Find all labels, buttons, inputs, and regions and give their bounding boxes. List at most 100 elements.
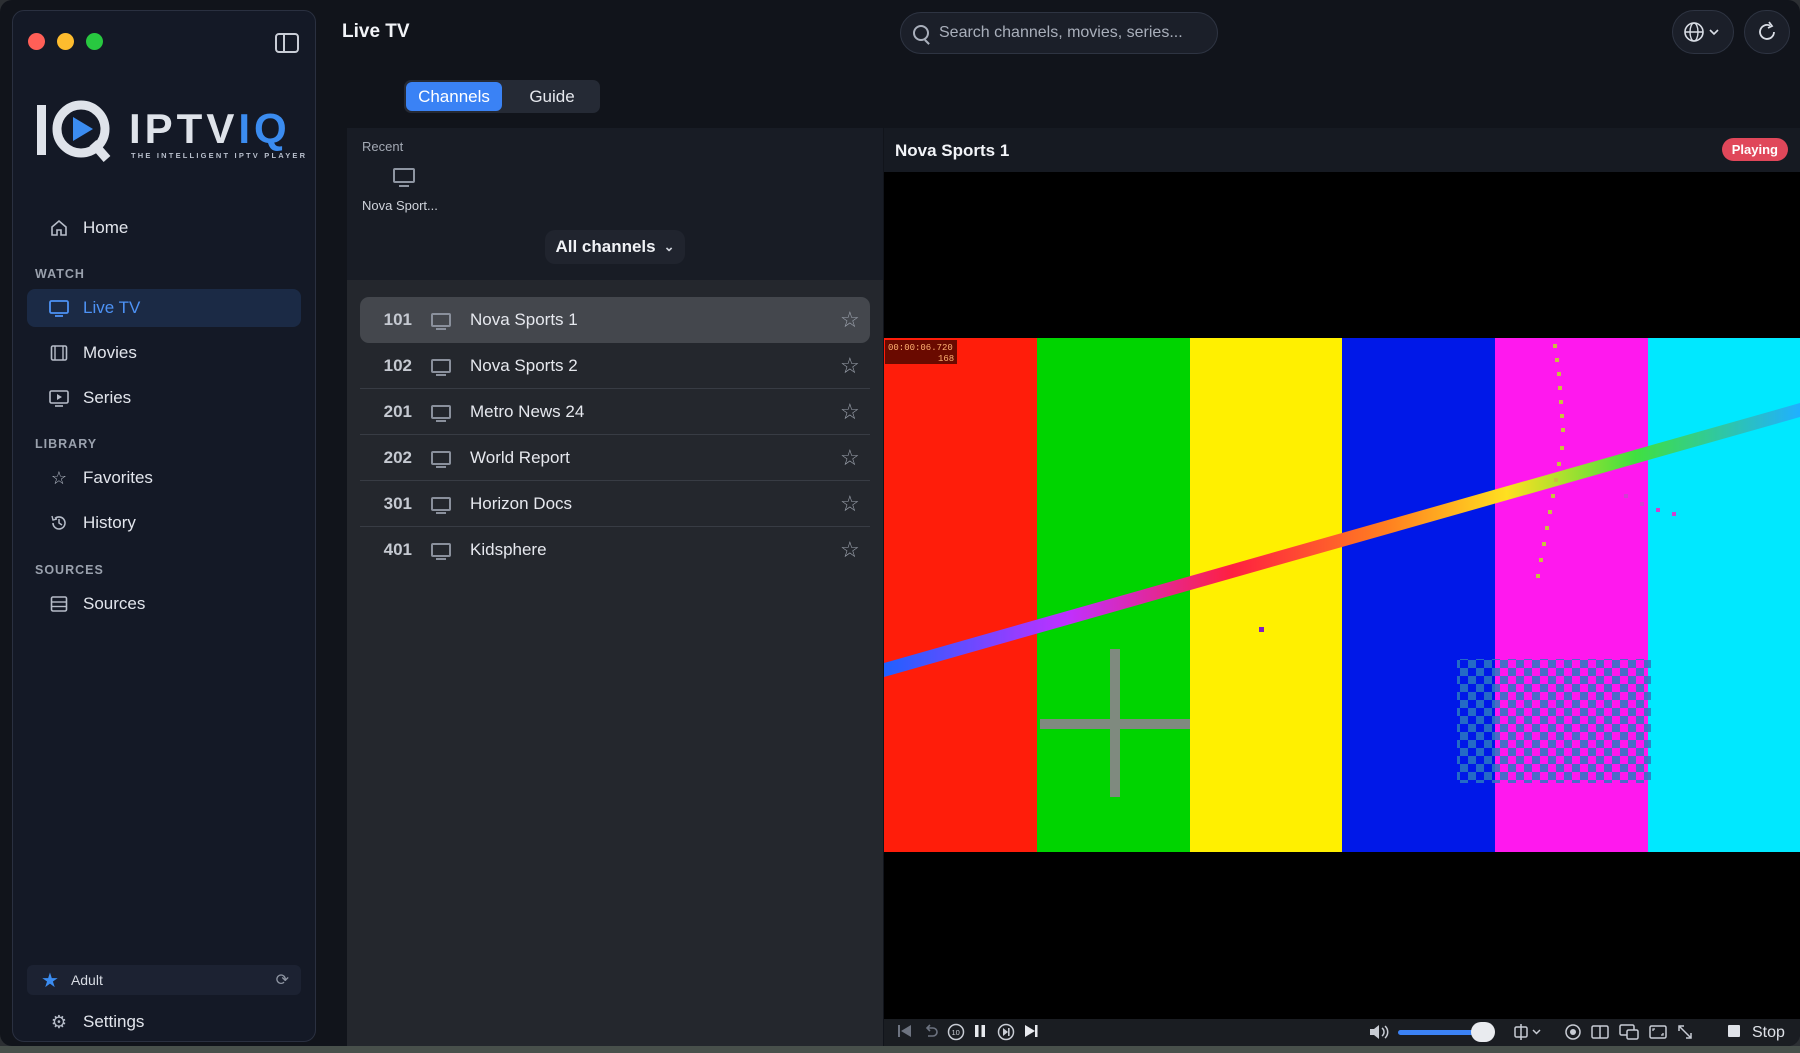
sidebar-item-label: Home: [83, 218, 129, 237]
section-label-library: LIBRARY: [35, 437, 98, 451]
rewind-10-icon[interactable]: 10: [946, 1023, 966, 1041]
channel-name: Horizon Docs: [470, 493, 573, 513]
cast-menu-icon[interactable]: [1512, 1023, 1544, 1041]
sidebar-item-movies[interactable]: Movies: [27, 334, 301, 372]
channel-number: 101: [383, 310, 412, 329]
filter-label: All channels: [555, 237, 656, 256]
stop-icon[interactable]: [1726, 1023, 1742, 1039]
sidebar-item-history[interactable]: History: [27, 504, 301, 542]
sidebar-item-sources[interactable]: Sources: [27, 585, 301, 623]
zoom-window-button[interactable]: [86, 33, 103, 50]
page-title: Live TV: [342, 21, 410, 42]
sidebar-item-label: Movies: [83, 343, 137, 362]
sidebar-item-label: Favorites: [83, 468, 153, 487]
channel-name: Nova Sports 2: [470, 355, 578, 375]
sidebar-item-series[interactable]: Series: [27, 379, 301, 417]
test-pattern-frame: 00:00:06.720 168: [884, 338, 1800, 852]
sidebar-toggle-icon[interactable]: [275, 33, 299, 53]
previous-track-icon[interactable]: [896, 1023, 914, 1039]
channel-name: Kidsphere: [470, 540, 547, 559]
close-window-button[interactable]: [28, 33, 45, 50]
aspect-ratio-icon[interactable]: [1648, 1023, 1668, 1041]
player-controls: 10 Stop: [884, 1019, 1800, 1046]
channel-panel: Recent Nova Sport... All channels ⌄ 101 …: [347, 128, 883, 1046]
chevron-down-icon: ⌄: [663, 239, 675, 254]
recent-channel-tile[interactable]: Nova Sport...: [362, 168, 446, 224]
desktop-background: [0, 1046, 1800, 1053]
next-track-icon[interactable]: [1022, 1023, 1040, 1039]
channel-number: 201: [383, 401, 412, 421]
profile-name: Adult: [70, 972, 103, 988]
skip-forward-icon[interactable]: [996, 1023, 1016, 1041]
search-placeholder: Search channels, movies, series...: [939, 24, 1183, 41]
channel-row[interactable]: 102 Nova Sports 2 ☆: [360, 343, 870, 389]
recent-label: Recent: [362, 139, 404, 154]
gear-icon: ⚙: [50, 1011, 68, 1032]
record-icon[interactable]: [1564, 1023, 1582, 1041]
stop-button[interactable]: Stop: [1752, 1024, 1785, 1042]
view-segmented-control: Channels Guide: [404, 80, 600, 113]
sidebar-item-label: Sources: [83, 594, 146, 613]
channel-filter-dropdown[interactable]: All channels ⌄: [545, 230, 685, 264]
refresh-button[interactable]: [1744, 10, 1790, 54]
star-icon[interactable]: ☆: [840, 445, 870, 471]
search-icon: [913, 25, 929, 41]
video-player[interactable]: 00:00:06.720 168: [884, 172, 1800, 1019]
picture-in-picture-icon[interactable]: [1618, 1023, 1640, 1041]
channel-name: Metro News 24: [470, 401, 585, 421]
server-icon: [49, 594, 69, 614]
profile-selector[interactable]: ★ Adult ⟳: [27, 965, 301, 995]
pause-icon[interactable]: [972, 1023, 988, 1039]
sidebar-item-settings[interactable]: ⚙ Settings: [27, 1003, 301, 1041]
globe-icon: [1684, 22, 1719, 42]
tab-channels[interactable]: Channels: [406, 82, 502, 111]
section-label-watch: WATCH: [35, 267, 85, 281]
svg-text:10: 10: [952, 1028, 960, 1037]
language-menu-button[interactable]: [1672, 10, 1734, 54]
channel-row[interactable]: 301 Horizon Docs ☆: [360, 481, 870, 527]
sync-icon[interactable]: ⟳: [276, 970, 289, 990]
star-filled-icon: ★: [41, 969, 59, 992]
channel-row[interactable]: 401 Kidsphere ☆: [360, 527, 870, 573]
channel-row[interactable]: 201 Metro News 24 ☆: [360, 389, 870, 435]
star-icon[interactable]: ☆: [840, 491, 870, 517]
tv-icon: [431, 543, 451, 560]
channel-number: 301: [383, 493, 412, 513]
volume-slider-track[interactable]: [1398, 1030, 1475, 1035]
channel-row[interactable]: 101 Nova Sports 1 ☆: [360, 297, 870, 343]
tv-icon: [431, 496, 451, 514]
logo-mark-icon: [37, 100, 111, 162]
tab-guide[interactable]: Guide: [508, 82, 596, 111]
split-view-icon[interactable]: [1590, 1023, 1610, 1041]
section-label-sources: SOURCES: [35, 563, 104, 577]
volume-icon[interactable]: [1368, 1023, 1390, 1041]
sidebar-item-favorites[interactable]: ☆ Favorites: [27, 459, 301, 497]
minimize-window-button[interactable]: [57, 33, 74, 50]
channel-number: 202: [383, 447, 412, 467]
house-icon: [49, 218, 69, 238]
volume-slider-handle[interactable]: [1471, 1022, 1495, 1042]
channel-row[interactable]: 202 World Report ☆: [360, 435, 870, 481]
search-input[interactable]: Search channels, movies, series...: [900, 12, 1218, 54]
channel-name: Nova Sports 1: [470, 310, 578, 329]
film-icon: [49, 343, 69, 363]
sidebar-item-home[interactable]: Home: [27, 209, 301, 247]
channel-name: World Report: [470, 447, 570, 467]
tv-icon: [431, 404, 451, 422]
star-icon[interactable]: ☆: [840, 353, 870, 379]
sidebar-item-label: Settings: [83, 1012, 145, 1031]
tv-icon: [431, 313, 451, 330]
frame-counter-overlay: 168: [938, 354, 954, 364]
tv-icon: [393, 168, 415, 187]
logo-wordmark: IPTVIQ: [129, 105, 291, 152]
fullscreen-icon[interactable]: [1676, 1023, 1694, 1041]
sidebar: IPTVIQ THE INTELLIGENT IPTV PLAYER Home …: [12, 10, 316, 1042]
star-icon[interactable]: ☆: [840, 399, 870, 425]
undo-arrow-icon[interactable]: [922, 1023, 940, 1039]
channel-number: 102: [383, 355, 412, 375]
star-icon[interactable]: ☆: [840, 307, 870, 333]
star-icon[interactable]: ☆: [840, 537, 870, 563]
sidebar-item-live-tv[interactable]: Live TV: [27, 289, 301, 327]
logo-tagline: THE INTELLIGENT IPTV PLAYER: [131, 151, 308, 160]
player-header: Nova Sports 1 Playing: [884, 128, 1800, 172]
